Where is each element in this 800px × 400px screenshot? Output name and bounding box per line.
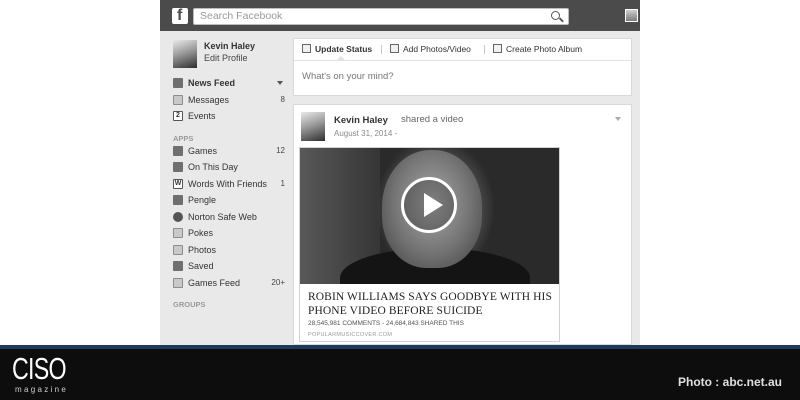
sidebar-item-label: Words With Friends bbox=[188, 178, 267, 189]
edit-profile-link[interactable]: Edit Profile bbox=[204, 53, 248, 63]
left-sidebar: Kevin Haley Edit Profile News Feed Messa… bbox=[170, 40, 285, 310]
events-icon: 2 bbox=[173, 111, 183, 121]
tab-divider bbox=[484, 45, 485, 54]
tab-update-status[interactable]: Update Status bbox=[302, 44, 372, 54]
status-input[interactable]: What's on your mind? bbox=[302, 71, 394, 82]
sidebar-item-games-feed[interactable]: Games Feed 20+ bbox=[170, 276, 285, 293]
profile-name[interactable]: Kevin Haley bbox=[204, 41, 255, 51]
shared-video-card[interactable]: ROBIN WILLIAMS SAYS GOODBYE WITH HIS PHO… bbox=[299, 147, 560, 342]
video-title[interactable]: ROBIN WILLIAMS SAYS GOODBYE WITH HIS PHO… bbox=[308, 290, 553, 318]
sidebar-item-label: Messages bbox=[188, 94, 230, 105]
magazine-footer: CISO magazine Photo : abc.net.au bbox=[0, 345, 800, 400]
words-with-friends-icon: W bbox=[173, 178, 183, 189]
tab-label: Add Photos/Video bbox=[403, 44, 471, 54]
apps-section-label: APPS bbox=[173, 133, 194, 143]
sidebar-item-news-feed[interactable]: News Feed bbox=[170, 76, 285, 93]
logo-letter: f bbox=[177, 7, 183, 24]
top-bar: f Search Facebook bbox=[160, 0, 640, 31]
sidebar-item-label: Pengle bbox=[188, 195, 217, 205]
sidebar-item-count: 8 bbox=[280, 94, 285, 104]
tab-label: Update Status bbox=[315, 44, 373, 54]
groups-section-label: GROUPS bbox=[173, 300, 206, 309]
games-feed-icon bbox=[173, 277, 183, 288]
chevron-down-icon[interactable] bbox=[615, 117, 621, 121]
facebook-logo-icon[interactable]: f bbox=[172, 7, 188, 24]
sidebar-item-messages[interactable]: Messages 8 bbox=[170, 93, 285, 110]
sidebar-item-label: Norton Safe Web bbox=[188, 211, 257, 222]
pencil-icon bbox=[302, 44, 311, 53]
active-tab-caret bbox=[336, 56, 346, 61]
tab-create-photo-album[interactable]: Create Photo Album bbox=[493, 44, 582, 54]
sidebar-item-photos[interactable]: Photos bbox=[170, 243, 285, 260]
search-input[interactable]: Search Facebook bbox=[193, 8, 569, 25]
play-icon[interactable] bbox=[401, 177, 457, 233]
search-icon[interactable] bbox=[551, 11, 560, 20]
post-author-avatar[interactable] bbox=[301, 112, 325, 141]
tab-label: Create Photo Album bbox=[506, 44, 583, 54]
saved-icon bbox=[173, 261, 183, 271]
pengle-icon bbox=[173, 195, 183, 205]
sidebar-item-label: Events bbox=[188, 111, 216, 121]
sidebar-item-label: News Feed bbox=[188, 78, 236, 88]
avatar[interactable] bbox=[625, 9, 638, 22]
on-this-day-icon bbox=[173, 162, 183, 172]
profile-block[interactable]: Kevin Haley Edit Profile bbox=[170, 40, 285, 76]
sidebar-item-words-with-friends[interactable]: W Words With Friends 1 bbox=[170, 177, 285, 194]
sidebar-item-on-this-day[interactable]: On This Day bbox=[170, 160, 285, 177]
search-placeholder: Search Facebook bbox=[200, 10, 283, 22]
photos-icon bbox=[173, 244, 183, 255]
chevron-down-icon[interactable] bbox=[277, 81, 283, 85]
sidebar-item-norton-safe-web[interactable]: Norton Safe Web bbox=[170, 210, 285, 227]
sidebar-item-saved[interactable]: Saved bbox=[170, 259, 285, 276]
games-icon bbox=[173, 145, 183, 156]
post-timestamp[interactable]: August 31, 2014 - bbox=[334, 129, 397, 138]
pokes-icon bbox=[173, 228, 183, 238]
sidebar-item-label: Pokes bbox=[188, 228, 214, 238]
news-feed-icon bbox=[173, 78, 183, 88]
sidebar-item-count: 1 bbox=[280, 178, 285, 188]
video-source: POPULARMUSICCOVER.COM bbox=[308, 332, 393, 338]
video-thumbnail[interactable] bbox=[300, 148, 559, 284]
brand-logo: CISO bbox=[12, 351, 67, 386]
facebook-screenshot: f Search Facebook Kevin Haley Edit Profi… bbox=[160, 0, 640, 345]
sidebar-item-label: Games bbox=[188, 145, 218, 156]
norton-check-icon bbox=[173, 211, 183, 222]
sidebar-item-count: 12 bbox=[276, 145, 285, 155]
tab-add-photos-video[interactable]: Add Photos/Video bbox=[390, 44, 471, 54]
album-icon bbox=[493, 44, 502, 53]
photo-icon bbox=[390, 44, 399, 53]
sidebar-item-label: Games Feed bbox=[188, 277, 241, 288]
post-action-text: shared a video bbox=[401, 114, 464, 125]
sidebar-item-pokes[interactable]: Pokes bbox=[170, 226, 285, 243]
video-stats: 28,545,981 COMMENTS - 24,684,843 SHARED … bbox=[308, 320, 464, 327]
post-author-name[interactable]: Kevin Haley bbox=[334, 115, 388, 126]
messages-icon bbox=[173, 94, 183, 105]
status-composer: Update Status Add Photos/Video Create Ph… bbox=[293, 38, 632, 96]
sidebar-item-label: Saved bbox=[188, 261, 214, 271]
sidebar-item-pengle[interactable]: Pengle bbox=[170, 193, 285, 210]
sidebar-item-events[interactable]: 2 Events bbox=[170, 109, 285, 126]
sidebar-item-label: On This Day bbox=[188, 162, 238, 172]
sidebar-item-count: 20+ bbox=[271, 277, 285, 287]
sidebar-item-label: Photos bbox=[188, 244, 217, 255]
tab-divider bbox=[381, 45, 382, 54]
photo-credit: Photo : abc.net.au bbox=[677, 375, 782, 389]
sidebar-item-games[interactable]: Games 12 bbox=[170, 144, 285, 161]
profile-avatar[interactable] bbox=[173, 40, 197, 68]
feed-post: Kevin Haley shared a video August 31, 20… bbox=[293, 104, 632, 345]
brand-subtitle: magazine bbox=[15, 385, 69, 394]
